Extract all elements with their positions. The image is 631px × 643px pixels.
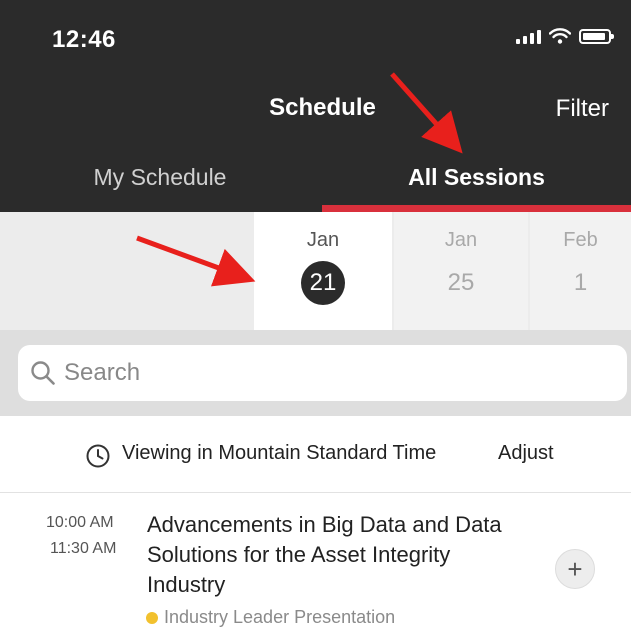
timezone-text: Viewing in Mountain Standard Time <box>122 442 437 464</box>
timezone-row: Viewing in Mountain Standard Time Adjust <box>0 416 631 493</box>
date-month: Jan <box>444 229 478 251</box>
session-title[interactable]: Advancements in Big Data and Data Soluti… <box>147 510 527 600</box>
status-time: 12:46 <box>52 26 116 53</box>
date-cell[interactable]: Jan 25 <box>394 212 528 330</box>
date-day: 25 <box>447 269 475 296</box>
active-tab-indicator <box>322 205 631 212</box>
date-day: 21 <box>301 261 345 305</box>
tab-my-schedule[interactable]: My Schedule <box>0 160 320 212</box>
search-bar-container <box>0 330 631 416</box>
search-input[interactable] <box>64 345 604 401</box>
session-item[interactable]: 10:00 AM 11:30 AM Advancements in Big Da… <box>0 493 631 643</box>
session-type-dot <box>146 611 158 624</box>
adjust-timezone-button[interactable]: Adjust <box>498 442 554 465</box>
app-header: 12:46 Schedule Filter My Schedule All Se… <box>0 0 631 212</box>
search-box[interactable] <box>18 345 627 401</box>
page-title: Schedule <box>269 94 376 121</box>
session-end-time: 11:30 AM <box>50 540 117 557</box>
session-start-time: 10:00 AM <box>46 514 114 531</box>
session-type-label: Industry Leader Presentation <box>164 607 396 627</box>
filter-button[interactable]: Filter <box>556 95 609 123</box>
clock-icon <box>86 444 110 468</box>
session-type: Industry Leader Presentation <box>146 607 395 628</box>
date-cell[interactable]: Feb 1 <box>530 212 631 330</box>
plus-icon: + <box>567 554 583 584</box>
wifi-icon <box>549 28 571 44</box>
search-icon <box>31 361 55 385</box>
add-to-schedule-button[interactable]: + <box>555 549 595 589</box>
date-strip: Jan 21 Jan 25 Feb 1 <box>0 212 631 330</box>
date-month: Feb <box>563 229 598 251</box>
battery-icon <box>579 28 614 44</box>
status-icons <box>516 28 614 44</box>
date-month: Jan <box>306 229 340 251</box>
date-cell-selected[interactable]: Jan 21 <box>254 212 392 330</box>
date-day: 1 <box>573 269 588 296</box>
signal-icon <box>516 28 541 44</box>
